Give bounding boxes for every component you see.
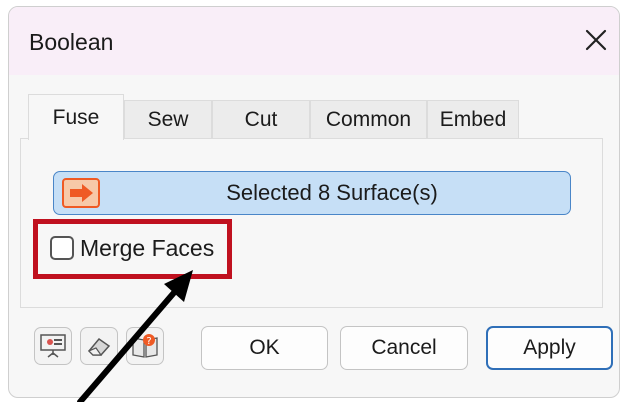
apply-label: Apply <box>523 336 576 359</box>
tab-common[interactable]: Common <box>310 100 427 138</box>
eraser-icon[interactable] <box>80 327 118 365</box>
title-bar: Boolean <box>9 7 619 75</box>
tab-label: Common <box>325 107 412 131</box>
cancel-label: Cancel <box>371 336 437 359</box>
tab-embed[interactable]: Embed <box>427 100 519 138</box>
merge-faces-label: Merge Faces <box>80 234 215 261</box>
tab-label: Embed <box>439 107 507 131</box>
selection-button[interactable]: Selected 8 Surface(s) <box>53 171 571 215</box>
tab-label: Cut <box>244 107 278 131</box>
tab-fuse[interactable]: Fuse <box>28 94 124 140</box>
tab-cut[interactable]: Cut <box>212 100 310 138</box>
selection-label: Selected 8 Surface(s) <box>226 180 438 205</box>
tab-strip: Fuse Sew Cut Common Embed <box>20 94 620 140</box>
tab-label: Fuse <box>52 105 100 129</box>
checkbox-box[interactable] <box>50 236 74 260</box>
cancel-button[interactable]: Cancel <box>340 326 468 370</box>
svg-text:?: ? <box>146 336 151 347</box>
ok-button[interactable]: OK <box>201 326 328 370</box>
close-icon[interactable] <box>579 23 613 57</box>
merge-faces-checkbox[interactable]: Merge Faces <box>50 232 214 264</box>
presentation-icon[interactable] <box>34 327 72 365</box>
tab-label: Sew <box>147 107 189 131</box>
dialog-title: Boolean <box>29 29 114 55</box>
tab-sew[interactable]: Sew <box>124 100 212 138</box>
apply-button[interactable]: Apply <box>486 326 613 370</box>
help-book-icon[interactable]: ? <box>126 327 164 365</box>
ok-label: OK <box>249 336 280 359</box>
